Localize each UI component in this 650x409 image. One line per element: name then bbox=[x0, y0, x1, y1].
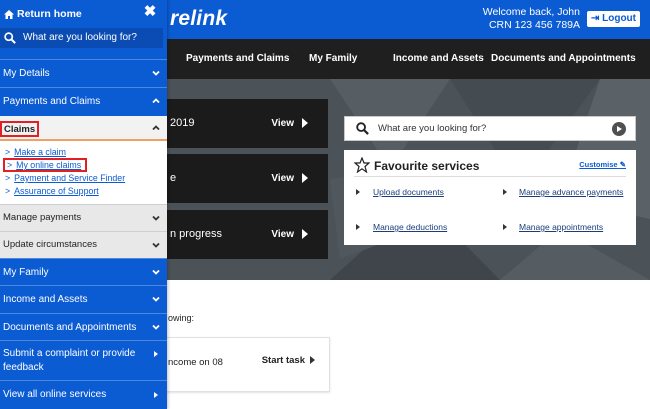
sidebar-item-manage-payments[interactable]: Manage payments bbox=[0, 204, 167, 231]
tasks-intro-text: owing: bbox=[168, 313, 195, 323]
drawer-search-placeholder: What are you looking for? bbox=[23, 32, 137, 43]
logout-icon: ⇥ bbox=[590, 13, 600, 24]
customise-label: Customise bbox=[579, 160, 618, 169]
submenu-link-label: Make a claim bbox=[14, 147, 66, 157]
sidebar-item-view-all-online-services[interactable]: View all online services bbox=[0, 380, 167, 409]
bullet-icon bbox=[356, 224, 360, 230]
submenu-link-label: Payment and Service Finder bbox=[14, 173, 126, 183]
brand-logo-text: relink bbox=[170, 7, 228, 30]
customise-link[interactable]: Customise ✎ bbox=[579, 160, 626, 169]
hero-tile[interactable]: 2019 View bbox=[150, 99, 328, 148]
chevron-up-icon bbox=[152, 98, 160, 104]
sidebar-item-documents-and-appointments[interactable]: Documents and Appointments bbox=[0, 313, 167, 340]
welcome-text: Welcome back, John bbox=[482, 6, 580, 18]
bullet-icon bbox=[503, 189, 507, 195]
nav-payments-and-claims[interactable]: Payments and Claims bbox=[186, 39, 289, 79]
sidebar-drawer: Return home ✖ What are you looking for? … bbox=[0, 0, 167, 409]
fav-link-upload-documents[interactable]: Upload documents bbox=[373, 187, 444, 198]
arrow-icon: > bbox=[7, 160, 13, 170]
task-card-text: ncome on 08 bbox=[168, 357, 223, 368]
sidebar-item-label: Income and Assets bbox=[3, 294, 88, 305]
sidebar-item-my-details[interactable]: My Details bbox=[0, 59, 167, 87]
sidebar-item-label: My Details bbox=[3, 68, 50, 79]
fav-link-manage-deductions[interactable]: Manage deductions bbox=[373, 222, 447, 233]
submenu-link-my-online-claims[interactable]: > My online claims bbox=[3, 158, 88, 172]
main-search-placeholder: What are you looking for? bbox=[378, 123, 487, 134]
search-icon bbox=[356, 122, 369, 135]
sidebar-item-label: Claims bbox=[0, 121, 40, 137]
logout-button[interactable]: ⇥ Logout bbox=[586, 11, 640, 27]
sidebar-item-label: My Family bbox=[3, 267, 49, 278]
divider bbox=[354, 176, 626, 177]
sidebar-item-payments-and-claims[interactable]: Payments and Claims bbox=[0, 87, 167, 115]
start-task-button[interactable]: Start task bbox=[262, 355, 315, 366]
sidebar-item-label: Submit a complaint or provide feedback bbox=[3, 348, 136, 373]
task-card[interactable]: ncome on 08 Start task bbox=[140, 337, 330, 392]
sidebar-item-update-circumstances[interactable]: Update circumstances bbox=[0, 231, 167, 258]
fav-link-manage-advance-payments[interactable]: Manage advance payments bbox=[519, 187, 624, 198]
hero-tile-text: e bbox=[170, 172, 177, 184]
arrow-icon: > bbox=[5, 147, 11, 157]
arrow-icon: > bbox=[5, 173, 11, 183]
search-go-icon[interactable] bbox=[612, 122, 626, 136]
hero-tile-view[interactable]: View bbox=[271, 154, 308, 203]
sidebar-item-label: View all online services bbox=[3, 389, 107, 400]
nav-my-family[interactable]: My Family bbox=[309, 39, 357, 79]
chevron-down-icon bbox=[152, 215, 160, 221]
chevron-down-icon bbox=[152, 324, 160, 330]
sidebar-item-label: Update circumstances bbox=[3, 239, 97, 250]
fav-link-manage-appointments[interactable]: Manage appointments bbox=[519, 222, 603, 233]
hero-tile-text: 2019 bbox=[170, 117, 195, 129]
hero-tile[interactable]: e View bbox=[150, 154, 328, 203]
claims-submenu: > Make a claim > My online claims > Payment… bbox=[0, 141, 167, 204]
welcome-block: Welcome back, John CRN 123 456 789A bbox=[483, 6, 580, 32]
chevron-right-icon bbox=[154, 392, 158, 398]
nav-documents-and-appointments[interactable]: Documents and Appointments bbox=[491, 39, 636, 79]
main-search-input[interactable]: What are you looking for? bbox=[344, 116, 636, 141]
pencil-icon: ✎ bbox=[619, 160, 626, 169]
hero-tile-view[interactable]: View bbox=[271, 210, 308, 259]
bullet-icon bbox=[356, 189, 360, 195]
search-icon bbox=[4, 32, 16, 44]
drawer-search-input[interactable]: What are you looking for? bbox=[0, 28, 163, 48]
crn-text: CRN 123 456 789A bbox=[488, 19, 580, 31]
sidebar-item-claims[interactable]: Claims bbox=[0, 114, 167, 141]
sidebar-item-label: Documents and Appointments bbox=[3, 322, 137, 333]
close-icon[interactable]: ✖ bbox=[141, 3, 159, 21]
sidebar-item-label: Manage payments bbox=[3, 212, 82, 223]
chevron-down-icon bbox=[152, 269, 160, 275]
return-home-label: Return home bbox=[17, 8, 82, 20]
bullet-icon bbox=[503, 224, 507, 230]
chevron-down-icon bbox=[152, 70, 160, 76]
home-icon bbox=[4, 10, 14, 19]
chevron-down-icon bbox=[152, 296, 160, 302]
submenu-link-label: Assurance of Support bbox=[14, 186, 99, 196]
submenu-link-label: My online claims bbox=[16, 160, 82, 170]
submenu-link-make-a-claim[interactable]: > Make a claim bbox=[5, 147, 66, 158]
chevron-up-icon bbox=[152, 125, 160, 131]
sidebar-item-submit-complaint[interactable]: Submit a complaint or provide feedback bbox=[0, 340, 167, 380]
sidebar-item-my-family[interactable]: My Family bbox=[0, 258, 167, 285]
sidebar-item-label: Payments and Claims bbox=[3, 96, 101, 107]
favourite-services-panel: Favourite services Customise ✎ Upload do… bbox=[344, 150, 636, 245]
hero-tile[interactable]: n progress View bbox=[150, 210, 328, 259]
nav-income-and-assets[interactable]: Income and Assets bbox=[393, 39, 484, 79]
hero-tile-text: n progress bbox=[170, 228, 222, 240]
sidebar-item-income-and-assets[interactable]: Income and Assets bbox=[0, 285, 167, 313]
hero-tile-view[interactable]: View bbox=[271, 99, 308, 148]
star-icon bbox=[354, 157, 370, 173]
chevron-down-icon bbox=[152, 242, 160, 248]
arrow-icon: > bbox=[5, 186, 11, 196]
logout-label: Logout bbox=[602, 13, 636, 24]
favourite-services-title: Favourite services bbox=[374, 159, 480, 173]
submenu-link-assurance-of-support[interactable]: > Assurance of Support bbox=[5, 186, 99, 197]
submenu-link-payment-and-service-finder[interactable]: > Payment and Service Finder bbox=[5, 173, 125, 184]
chevron-right-icon bbox=[154, 351, 158, 357]
